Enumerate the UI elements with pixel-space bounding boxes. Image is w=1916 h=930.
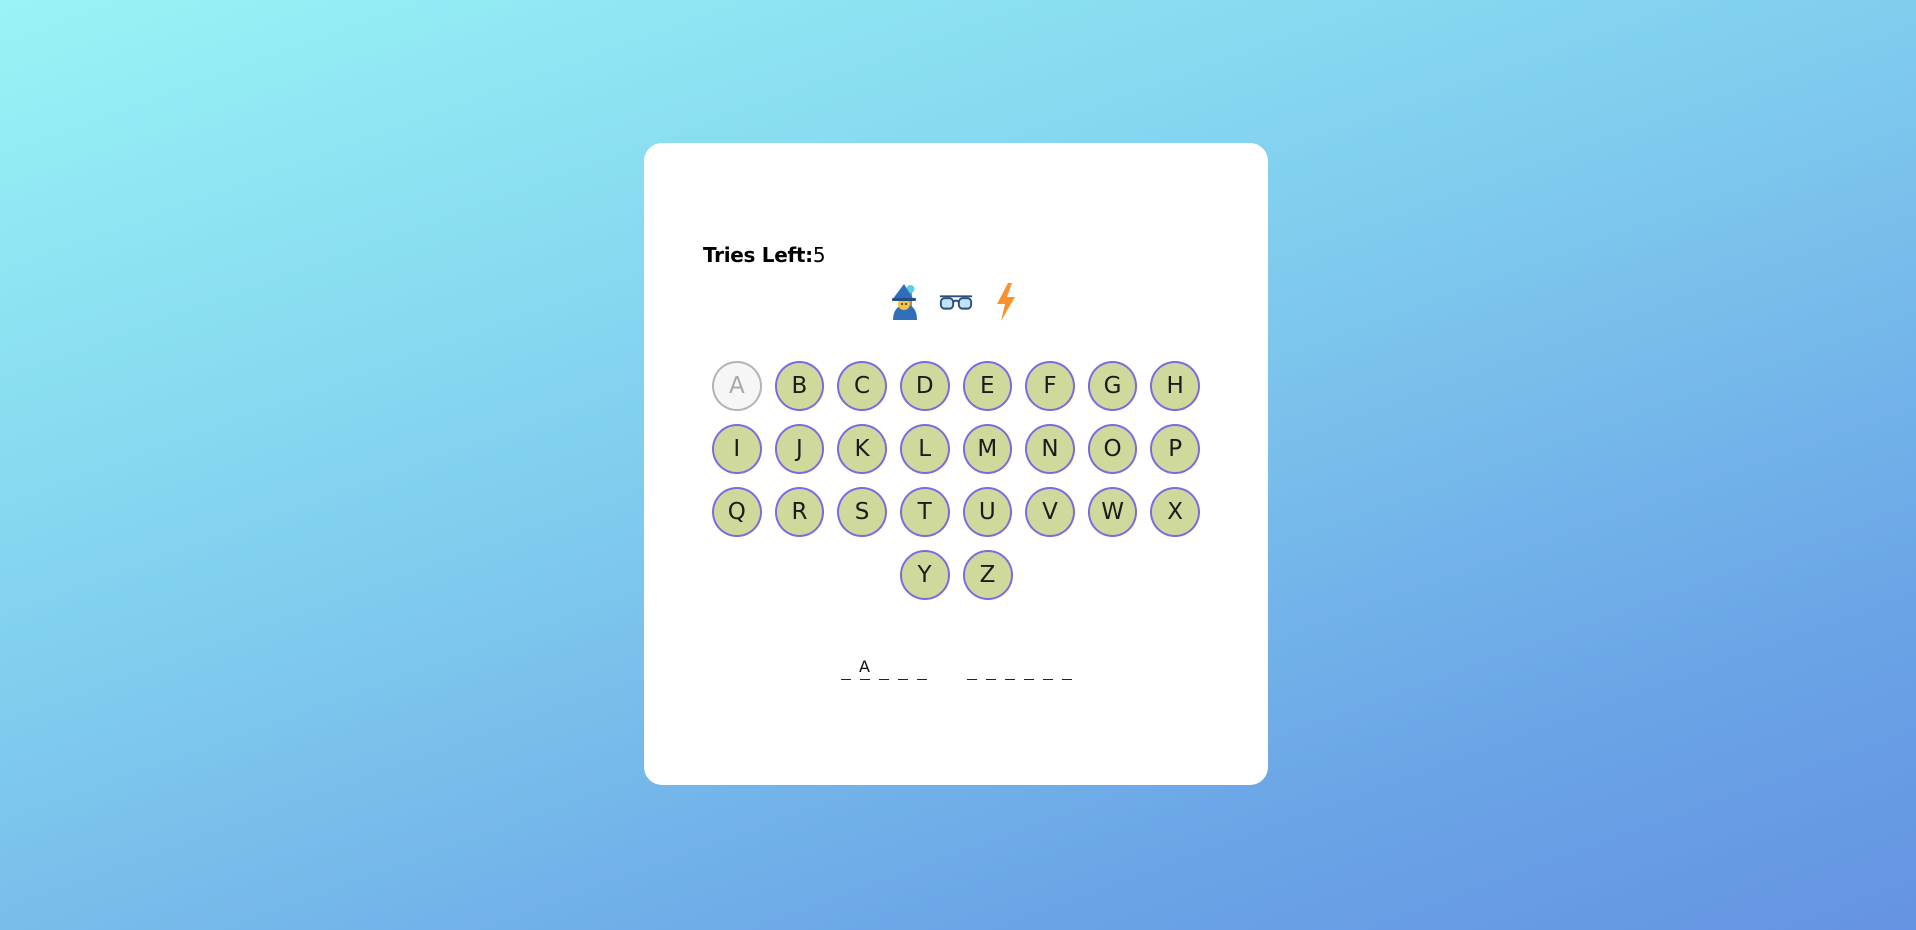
slot-underline bbox=[966, 679, 977, 680]
letter-button-a[interactable]: A bbox=[712, 361, 762, 411]
word-group: A bbox=[840, 657, 927, 682]
letter-button-r[interactable]: R bbox=[774, 487, 825, 537]
letter-button-o[interactable]: O bbox=[1087, 424, 1138, 474]
letter-button-n[interactable]: N bbox=[1025, 424, 1075, 474]
letter-slot bbox=[897, 658, 908, 682]
letter-slot bbox=[840, 658, 851, 682]
letter-button-h[interactable]: H bbox=[1150, 361, 1200, 411]
lightning-emoji-icon bbox=[988, 280, 1024, 324]
game-card: Tries Left: 5 ABCDEFGHIJKLMNOPQRSTUVWXYZ… bbox=[644, 143, 1268, 785]
letter-slot bbox=[1004, 658, 1015, 682]
letter-button-d[interactable]: D bbox=[899, 361, 950, 411]
word-display: A bbox=[644, 657, 1268, 682]
letter-button-g[interactable]: G bbox=[1087, 361, 1138, 411]
letter-button-i[interactable]: I bbox=[712, 424, 762, 474]
letter-slot: A bbox=[859, 657, 870, 682]
tries-left-label: Tries Left: bbox=[703, 243, 813, 267]
letter-button-s[interactable]: S bbox=[837, 487, 887, 537]
revealed-letter: A bbox=[859, 657, 870, 676]
word-group bbox=[966, 658, 1072, 682]
letter-button-m[interactable]: M bbox=[962, 424, 1013, 474]
letter-button-z[interactable]: Z bbox=[962, 550, 1013, 600]
keyboard-row: IJKLMNOP bbox=[712, 424, 1200, 474]
keyboard-row: QRSTUVWX bbox=[712, 487, 1200, 537]
keyboard-row: YZ bbox=[712, 550, 1200, 600]
slot-underline bbox=[859, 679, 870, 680]
slot-underline bbox=[1023, 679, 1034, 680]
slot-underline bbox=[840, 679, 851, 680]
slot-underline bbox=[916, 679, 927, 680]
letter-slot bbox=[1023, 658, 1034, 682]
letter-slot bbox=[878, 658, 889, 682]
letter-button-k[interactable]: K bbox=[837, 424, 887, 474]
glasses-emoji-icon bbox=[938, 280, 974, 324]
letter-button-w[interactable]: W bbox=[1087, 487, 1138, 537]
letter-button-f[interactable]: F bbox=[1025, 361, 1075, 411]
letter-keyboard: ABCDEFGH IJKLMNOP QRSTUVWX YZ bbox=[712, 361, 1200, 613]
letter-slot bbox=[985, 658, 996, 682]
letter-button-v[interactable]: V bbox=[1025, 487, 1075, 537]
tries-left-value: 5 bbox=[812, 243, 826, 267]
emoji-hint bbox=[644, 277, 1268, 327]
slot-underline bbox=[897, 679, 908, 680]
letter-button-q[interactable]: Q bbox=[712, 487, 762, 537]
letter-slot bbox=[966, 658, 977, 682]
letter-button-u[interactable]: U bbox=[962, 487, 1013, 537]
wizard-emoji-icon bbox=[888, 280, 924, 324]
letter-slot bbox=[1061, 658, 1072, 682]
letter-button-j[interactable]: J bbox=[774, 424, 825, 474]
letter-button-l[interactable]: L bbox=[899, 424, 950, 474]
letter-button-x[interactable]: X bbox=[1150, 487, 1200, 537]
letter-slot bbox=[916, 658, 927, 682]
letter-button-y[interactable]: Y bbox=[899, 550, 950, 600]
slot-underline bbox=[1004, 679, 1015, 680]
slot-underline bbox=[1042, 679, 1053, 680]
keyboard-row: ABCDEFGH bbox=[712, 361, 1200, 411]
letter-button-t[interactable]: T bbox=[899, 487, 950, 537]
letter-slot bbox=[1042, 658, 1053, 682]
letter-button-e[interactable]: E bbox=[962, 361, 1013, 411]
slot-underline bbox=[878, 679, 889, 680]
letter-button-b[interactable]: B bbox=[774, 361, 825, 411]
tries-left: Tries Left: 5 bbox=[703, 243, 826, 267]
letter-button-p[interactable]: P bbox=[1150, 424, 1200, 474]
slot-underline bbox=[1061, 679, 1072, 680]
slot-underline bbox=[985, 679, 996, 680]
letter-button-c[interactable]: C bbox=[837, 361, 887, 411]
